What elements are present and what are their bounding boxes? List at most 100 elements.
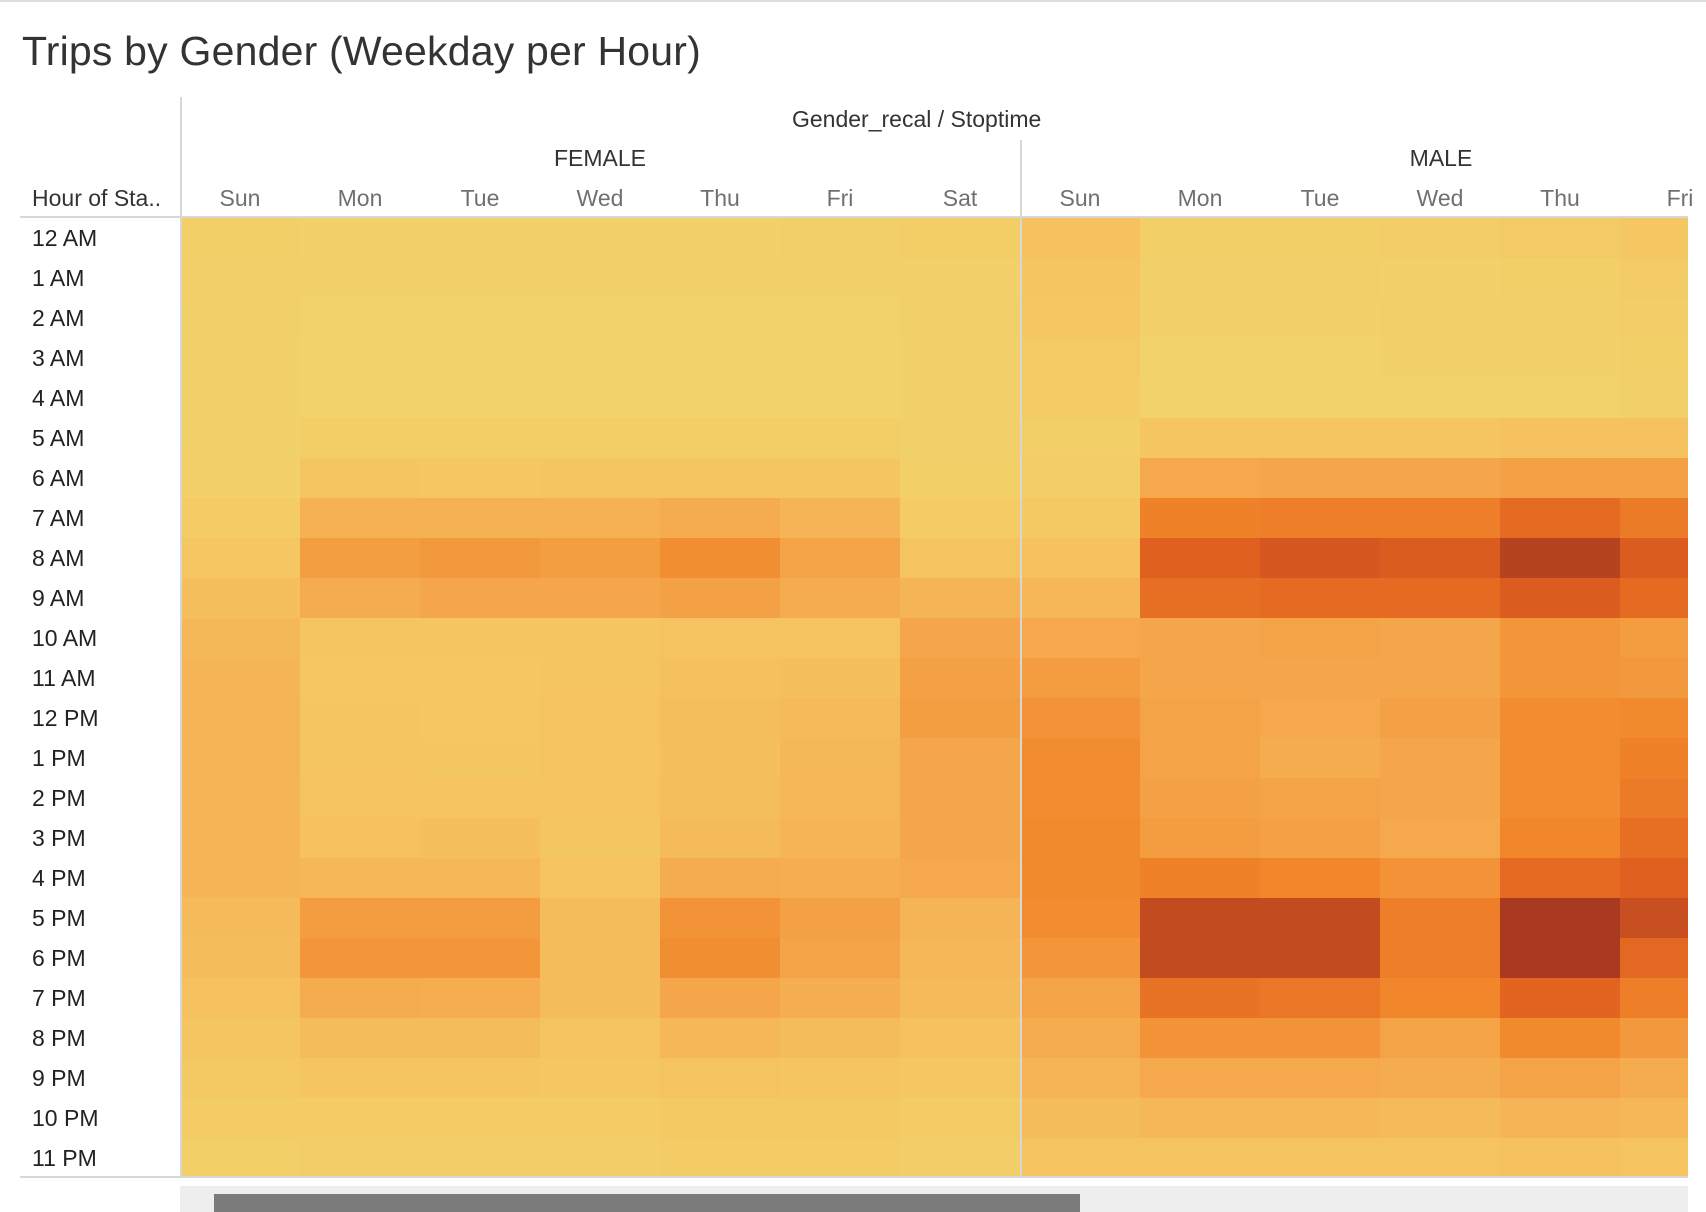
heatmap-cell[interactable] bbox=[300, 938, 420, 978]
heatmap-cell[interactable] bbox=[900, 658, 1020, 698]
heatmap-cell[interactable] bbox=[300, 1018, 420, 1058]
heatmap-cell[interactable] bbox=[540, 1098, 660, 1138]
heatmap-cell[interactable] bbox=[900, 378, 1020, 418]
heatmap-cell[interactable] bbox=[900, 338, 1020, 378]
heatmap-cell[interactable] bbox=[1620, 898, 1688, 938]
heatmap-cell[interactable] bbox=[1380, 698, 1500, 738]
heatmap-cell[interactable] bbox=[300, 698, 420, 738]
heatmap-cell[interactable] bbox=[420, 418, 540, 458]
heatmap-cell[interactable] bbox=[420, 698, 540, 738]
heatmap-cell[interactable] bbox=[1500, 618, 1620, 658]
heatmap-cell[interactable] bbox=[1140, 778, 1260, 818]
heatmap-cell[interactable] bbox=[420, 618, 540, 658]
heatmap-cell[interactable] bbox=[1020, 778, 1140, 818]
heatmap-cell[interactable] bbox=[300, 1058, 420, 1098]
heatmap-cell[interactable] bbox=[420, 778, 540, 818]
heatmap-cell[interactable] bbox=[1140, 1058, 1260, 1098]
heatmap-cell[interactable] bbox=[1140, 338, 1260, 378]
heatmap-cell[interactable] bbox=[180, 418, 300, 458]
heatmap-cell[interactable] bbox=[1500, 978, 1620, 1018]
heatmap-cell[interactable] bbox=[1620, 578, 1688, 618]
heatmap-cell[interactable] bbox=[1140, 698, 1260, 738]
heatmap-cell[interactable] bbox=[540, 938, 660, 978]
heatmap-cell[interactable] bbox=[1380, 258, 1500, 298]
heatmap-cell[interactable] bbox=[1020, 1058, 1140, 1098]
heatmap-cell[interactable] bbox=[660, 218, 780, 258]
heatmap-cell[interactable] bbox=[1140, 258, 1260, 298]
heatmap-cell[interactable] bbox=[1500, 858, 1620, 898]
heatmap-cell[interactable] bbox=[900, 538, 1020, 578]
heatmap-cell[interactable] bbox=[1500, 658, 1620, 698]
heatmap-cell[interactable] bbox=[1380, 858, 1500, 898]
heatmap-cell[interactable] bbox=[1380, 378, 1500, 418]
heatmap-cell[interactable] bbox=[300, 818, 420, 858]
heatmap-cell[interactable] bbox=[180, 778, 300, 818]
heatmap-cell[interactable] bbox=[900, 578, 1020, 618]
heatmap-cell[interactable] bbox=[660, 858, 780, 898]
heatmap-cell[interactable] bbox=[540, 298, 660, 338]
heatmap-cell[interactable] bbox=[1380, 658, 1500, 698]
heatmap-cell[interactable] bbox=[1260, 1058, 1380, 1098]
heatmap-cell[interactable] bbox=[540, 1138, 660, 1178]
heatmap-cell[interactable] bbox=[780, 818, 900, 858]
heatmap-cell[interactable] bbox=[1620, 418, 1688, 458]
heatmap-cell[interactable] bbox=[300, 978, 420, 1018]
heatmap-cell[interactable] bbox=[900, 258, 1020, 298]
heatmap-cell[interactable] bbox=[1380, 738, 1500, 778]
heatmap-cell[interactable] bbox=[1140, 378, 1260, 418]
heatmap-cell[interactable] bbox=[900, 938, 1020, 978]
heatmap-cell[interactable] bbox=[1620, 258, 1688, 298]
heatmap-cell[interactable] bbox=[1020, 258, 1140, 298]
heatmap-cell[interactable] bbox=[660, 458, 780, 498]
heatmap-cell[interactable] bbox=[900, 1018, 1020, 1058]
heatmap-cell[interactable] bbox=[1380, 418, 1500, 458]
heatmap-cell[interactable] bbox=[1260, 1098, 1380, 1138]
heatmap-cell[interactable] bbox=[1140, 738, 1260, 778]
heatmap-cell[interactable] bbox=[1140, 898, 1260, 938]
heatmap-cell[interactable] bbox=[1620, 218, 1688, 258]
heatmap-cell[interactable] bbox=[1020, 418, 1140, 458]
heatmap-cell[interactable] bbox=[300, 338, 420, 378]
heatmap-cell[interactable] bbox=[1380, 218, 1500, 258]
heatmap-cell[interactable] bbox=[780, 978, 900, 1018]
heatmap-cell[interactable] bbox=[900, 298, 1020, 338]
heatmap-cell[interactable] bbox=[1380, 578, 1500, 618]
heatmap-cell[interactable] bbox=[300, 258, 420, 298]
heatmap-cell[interactable] bbox=[180, 858, 300, 898]
heatmap-cell[interactable] bbox=[1500, 698, 1620, 738]
heatmap-cell[interactable] bbox=[1140, 938, 1260, 978]
heatmap-cell[interactable] bbox=[1380, 498, 1500, 538]
heatmap-cell[interactable] bbox=[540, 618, 660, 658]
heatmap-cell[interactable] bbox=[900, 498, 1020, 538]
heatmap-cell[interactable] bbox=[1260, 498, 1380, 538]
heatmap-cell[interactable] bbox=[660, 1018, 780, 1058]
heatmap-cell[interactable] bbox=[780, 298, 900, 338]
heatmap-cell[interactable] bbox=[420, 458, 540, 498]
heatmap-cell[interactable] bbox=[1260, 458, 1380, 498]
heatmap-cell[interactable] bbox=[300, 218, 420, 258]
heatmap-cell[interactable] bbox=[1380, 978, 1500, 1018]
heatmap-cell[interactable] bbox=[1620, 1058, 1688, 1098]
heatmap-cell[interactable] bbox=[1020, 1138, 1140, 1178]
heatmap-cell[interactable] bbox=[1620, 938, 1688, 978]
heatmap-cell[interactable] bbox=[1500, 1058, 1620, 1098]
heatmap-cell[interactable] bbox=[780, 378, 900, 418]
heatmap-cell[interactable] bbox=[1380, 778, 1500, 818]
heatmap-cell[interactable] bbox=[900, 858, 1020, 898]
heatmap-cell[interactable] bbox=[540, 378, 660, 418]
heatmap-cell[interactable] bbox=[1380, 818, 1500, 858]
heatmap-cell[interactable] bbox=[1620, 458, 1688, 498]
heatmap-cell[interactable] bbox=[1500, 538, 1620, 578]
heatmap-cell[interactable] bbox=[540, 418, 660, 458]
heatmap-cell[interactable] bbox=[180, 978, 300, 1018]
heatmap-cell[interactable] bbox=[1620, 738, 1688, 778]
heatmap-cell[interactable] bbox=[1500, 498, 1620, 538]
heatmap-cell[interactable] bbox=[300, 778, 420, 818]
heatmap-cell[interactable] bbox=[180, 658, 300, 698]
heatmap-cell[interactable] bbox=[1020, 298, 1140, 338]
heatmap-cell[interactable] bbox=[1260, 658, 1380, 698]
heatmap-cell[interactable] bbox=[780, 578, 900, 618]
heatmap-cell[interactable] bbox=[1140, 978, 1260, 1018]
heatmap-cell[interactable] bbox=[1380, 338, 1500, 378]
heatmap-cell[interactable] bbox=[420, 218, 540, 258]
